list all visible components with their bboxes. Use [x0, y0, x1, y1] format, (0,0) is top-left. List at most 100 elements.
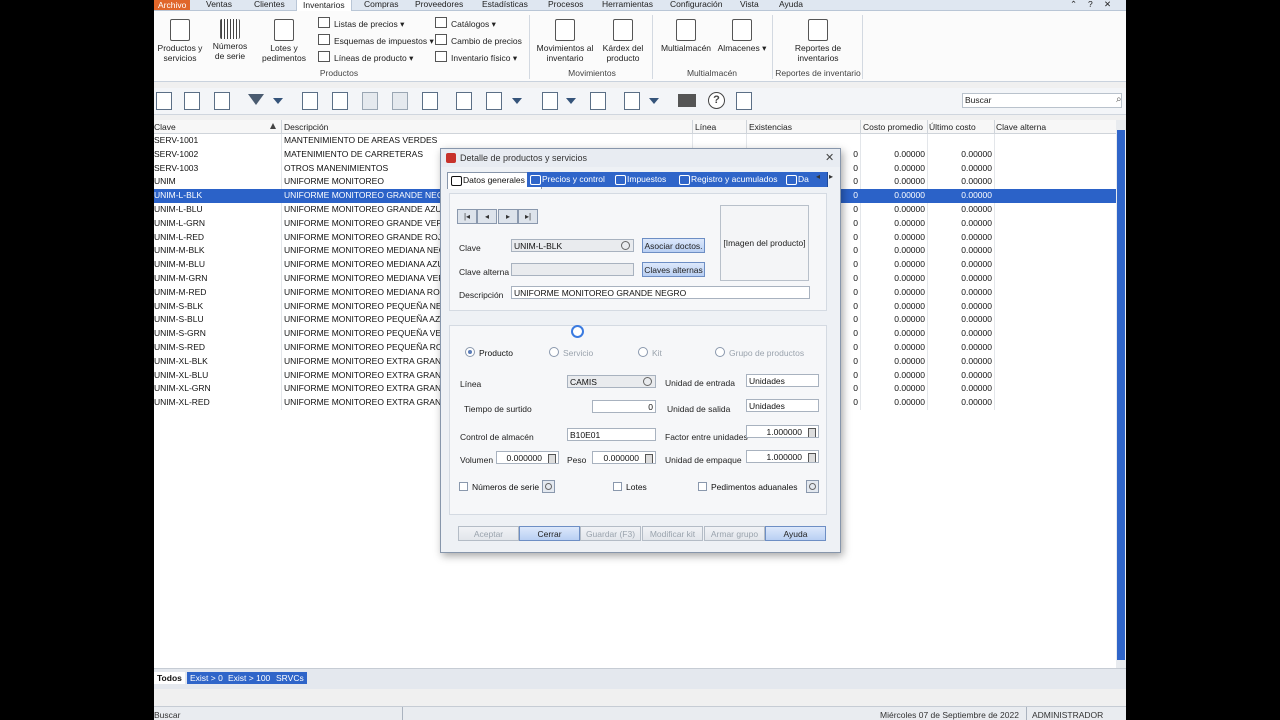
- status-search-label[interactable]: Buscar: [154, 710, 180, 720]
- copy-icon[interactable]: [542, 92, 560, 110]
- guardar-button[interactable]: Guardar (F3): [580, 526, 641, 541]
- menu-ventas[interactable]: Ventas: [206, 0, 232, 9]
- inventario-fisico-button[interactable]: Inventario físico ▾: [435, 51, 517, 64]
- volumen-field[interactable]: 0.000000: [496, 451, 559, 464]
- first-record-icon[interactable]: |◂: [457, 209, 477, 224]
- esquemas-impuestos-button[interactable]: Esquemas de impuestos ▾: [318, 34, 434, 47]
- filter-icon[interactable]: [248, 92, 266, 109]
- last-record-icon[interactable]: ▸|: [518, 209, 538, 224]
- close-window-icon[interactable]: ✕: [1104, 0, 1111, 10]
- export-icon[interactable]: [624, 92, 642, 110]
- search-icon[interactable]: [621, 241, 630, 250]
- menu-proveedores[interactable]: Proveedores: [415, 0, 463, 9]
- unidad-empaque-field[interactable]: 1.000000: [746, 450, 819, 463]
- tab-datos-extra[interactable]: Da: [783, 172, 828, 187]
- edit-document-icon[interactable]: [184, 92, 202, 110]
- descripcion-field[interactable]: UNIFORME MONITOREO GRANDE NEGRO: [511, 286, 810, 299]
- reportes-inventarios-button[interactable]: Reportes de inventarios: [786, 19, 850, 63]
- col-ultimo-costo[interactable]: Último costo: [929, 122, 976, 132]
- menu-clientes[interactable]: Clientes: [254, 0, 285, 9]
- unidad-entrada-field[interactable]: Unidades: [746, 374, 819, 387]
- kardex-producto-button[interactable]: Kárdex del producto: [598, 19, 648, 63]
- calculator-icon[interactable]: [645, 454, 653, 463]
- productos-servicios-button[interactable]: Productos y servicios: [156, 19, 204, 63]
- next-record-icon[interactable]: ▸: [498, 209, 518, 224]
- tab-todos[interactable]: Todos: [154, 672, 185, 684]
- factor-unidades-field[interactable]: 1.000000: [746, 425, 819, 438]
- tipo-producto-radio[interactable]: Producto: [465, 347, 513, 358]
- dialog-titlebar[interactable]: Detalle de productos y servicios ✕: [441, 149, 840, 167]
- report-icon[interactable]: [456, 92, 474, 110]
- col-linea[interactable]: Línea: [695, 122, 716, 132]
- modificar-kit-button[interactable]: Modificar kit: [642, 526, 703, 541]
- lotes-pedimentos-button[interactable]: Lotes y pedimentos: [258, 19, 310, 63]
- tab-exist-gt-0[interactable]: Exist > 0: [187, 672, 226, 684]
- aceptar-button[interactable]: Aceptar: [458, 526, 519, 541]
- scrollbar-thumb[interactable]: [1117, 130, 1125, 660]
- numeros-serie-button[interactable]: Números de serie: [208, 19, 252, 61]
- search-input[interactable]: Buscar: [962, 93, 1122, 108]
- pedimentos-search-icon[interactable]: [806, 480, 819, 493]
- search-icon[interactable]: [643, 377, 652, 386]
- phone-document-icon[interactable]: [590, 92, 608, 110]
- ayuda-button[interactable]: Ayuda: [765, 526, 826, 541]
- tipo-grupo-radio[interactable]: Grupo de productos: [715, 347, 804, 358]
- calculator-icon[interactable]: [808, 428, 816, 437]
- grid-scrollbar[interactable]: [1116, 120, 1126, 668]
- menu-estadisticas[interactable]: Estadísticas: [482, 0, 528, 9]
- prev-record-icon[interactable]: ◂: [477, 209, 497, 224]
- claves-alternas-button[interactable]: Claves alternas: [642, 262, 705, 277]
- multialmacen-button[interactable]: Multialmacén: [658, 19, 714, 53]
- linea-field[interactable]: CAMIS: [567, 375, 656, 388]
- details-icon[interactable]: [422, 92, 440, 110]
- tab-srvcs[interactable]: SRVCs: [273, 672, 307, 684]
- print-icon[interactable]: [678, 92, 696, 109]
- unidad-salida-field[interactable]: Unidades: [746, 399, 819, 412]
- numeros-serie-search-icon[interactable]: [542, 480, 555, 493]
- asociar-doctos-button[interactable]: Asociar doctos.: [642, 238, 705, 253]
- export-dropdown-icon[interactable]: [649, 92, 667, 109]
- menu-archivo[interactable]: Archivo: [154, 0, 191, 10]
- calculator-icon[interactable]: [548, 454, 556, 463]
- help-small-icon[interactable]: ?: [1088, 0, 1093, 9]
- report-dropdown-icon[interactable]: [512, 92, 530, 109]
- product-image[interactable]: [Imagen del producto]: [720, 205, 809, 281]
- almacenes-button[interactable]: Almacenes ▾: [717, 19, 767, 53]
- movimientos-inventario-button[interactable]: Movimientos al inventario: [536, 19, 594, 63]
- lineas-producto-button[interactable]: Líneas de producto ▾: [318, 51, 413, 64]
- table-row[interactable]: SERV-1001 MANTENIMIENTO DE AREAS VERDES: [154, 134, 1116, 148]
- col-clave[interactable]: Clave: [154, 122, 176, 132]
- list-icon[interactable]: [332, 92, 350, 110]
- numeros-serie-checkbox[interactable]: Números de serie: [459, 482, 539, 492]
- col-clave-alterna[interactable]: Clave alterna: [996, 122, 1046, 132]
- menu-vista[interactable]: Vista: [740, 0, 759, 9]
- menu-compras[interactable]: Compras: [364, 0, 398, 9]
- new-document-icon[interactable]: [156, 92, 174, 110]
- catalogos-button[interactable]: Catálogos ▾: [435, 17, 496, 30]
- search-icon[interactable]: ⌕: [1116, 94, 1122, 105]
- cambio-precios-button[interactable]: Cambio de precios: [435, 34, 522, 46]
- clave-field[interactable]: UNIM-L-BLK: [511, 239, 634, 252]
- tab-next-icon[interactable]: ▸: [829, 172, 833, 181]
- tab-registro-acumulados[interactable]: Registro y acumulados: [676, 172, 797, 187]
- menu-procesos[interactable]: Procesos: [548, 0, 583, 9]
- close-icon[interactable]: ✕: [825, 151, 834, 164]
- tipo-servicio-radio[interactable]: Servicio: [549, 347, 593, 358]
- report-options-icon[interactable]: [486, 92, 504, 110]
- exit-icon[interactable]: [736, 92, 754, 110]
- col-existencias[interactable]: Existencias: [749, 122, 792, 132]
- control-almacen-field[interactable]: B10E01: [567, 428, 656, 441]
- help-icon[interactable]: ?: [708, 92, 726, 109]
- menu-inventarios[interactable]: Inventarios: [296, 0, 352, 11]
- pedimentos-checkbox[interactable]: Pedimentos aduanales: [698, 482, 797, 492]
- lotes-checkbox[interactable]: Lotes: [613, 482, 647, 492]
- armar-grupo-button[interactable]: Armar grupo: [704, 526, 765, 541]
- calculator-icon[interactable]: [808, 453, 816, 462]
- minimize-icon[interactable]: ⌃: [1070, 0, 1077, 10]
- menu-herramientas[interactable]: Herramientas: [602, 0, 653, 9]
- tab-prev-icon[interactable]: ◂: [816, 172, 820, 181]
- tipo-kit-radio[interactable]: Kit: [638, 347, 662, 358]
- blank-document-icon[interactable]: [214, 92, 232, 110]
- menu-configuracion[interactable]: Configuración: [670, 0, 722, 9]
- cerrar-button[interactable]: Cerrar: [519, 526, 580, 541]
